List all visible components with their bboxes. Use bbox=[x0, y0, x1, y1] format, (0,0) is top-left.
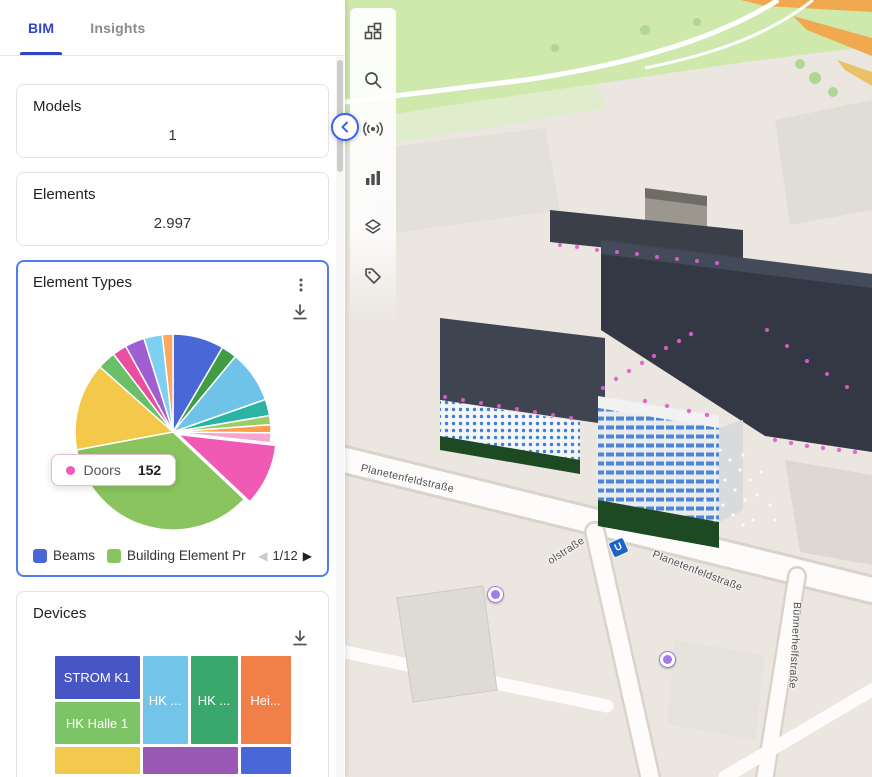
models-card: Models 1 bbox=[16, 84, 329, 158]
tab-bim[interactable]: BIM bbox=[10, 0, 72, 55]
element-types-chart: Doors 152 bbox=[67, 326, 279, 538]
download-icon[interactable] bbox=[288, 300, 312, 324]
cards-scroll-area: Models 1 Elements 2.997 Element Types bbox=[0, 56, 345, 777]
treemap-tile-hk-halle-1[interactable]: HK Halle 1 bbox=[55, 702, 140, 744]
tab-bar: BIMInsights bbox=[0, 0, 345, 56]
elements-card-title: Elements bbox=[33, 186, 312, 203]
search-icon[interactable] bbox=[356, 63, 390, 97]
sidebar-scrollbar[interactable] bbox=[336, 57, 344, 777]
treemap-tile-hei[interactable]: Hei... bbox=[241, 656, 291, 744]
legend-swatch bbox=[33, 549, 47, 563]
treemap-tile-hk[interactable]: HK ... bbox=[191, 656, 238, 744]
legend-label: Building Element Pr bbox=[127, 548, 246, 563]
app-window: BIMInsights Models 1 Elements 2.997 Elem… bbox=[0, 0, 872, 777]
chart-tooltip: Doors 152 bbox=[51, 454, 177, 486]
sidebar-panel: BIMInsights Models 1 Elements 2.997 Elem… bbox=[0, 0, 345, 777]
chevron-left-icon bbox=[338, 120, 352, 134]
elements-card-value: 2.997 bbox=[33, 215, 312, 232]
treemap-tile[interactable] bbox=[241, 747, 291, 774]
tooltip-value: 152 bbox=[138, 462, 161, 478]
poi-marker-1[interactable] bbox=[487, 586, 504, 603]
element-types-pie bbox=[67, 326, 279, 538]
devices-card-header: Devices bbox=[33, 605, 312, 622]
treemap-tile[interactable] bbox=[55, 747, 140, 774]
model-tree-icon[interactable] bbox=[356, 14, 390, 48]
bar-chart-icon[interactable] bbox=[356, 161, 390, 195]
map-toolbar bbox=[350, 8, 396, 323]
element-types-card-title: Element Types bbox=[33, 274, 132, 291]
devices-card: Devices STROM K1HK Halle 1HK ...HK ...He… bbox=[16, 591, 329, 777]
tooltip-label: Doors bbox=[84, 462, 121, 478]
element-types-download-row bbox=[33, 300, 312, 324]
legend-prev-icon[interactable]: ◀ bbox=[258, 550, 267, 562]
legend-item-beams[interactable]: Beams bbox=[33, 548, 95, 563]
legend-item-building-element-pr[interactable]: Building Element Pr bbox=[107, 548, 246, 563]
element-types-card-header: Element Types bbox=[33, 274, 312, 296]
treemap-tile[interactable] bbox=[143, 747, 238, 774]
chart-legend: Beams Building Element Pr ◀ 1/12 ▶ bbox=[33, 548, 312, 563]
element-types-card[interactable]: Element Types Doors 152 bbox=[16, 260, 329, 577]
poi-marker-2[interactable] bbox=[659, 651, 676, 668]
tab-insights[interactable]: Insights bbox=[72, 0, 163, 55]
legend-swatch bbox=[107, 549, 121, 563]
sidebar-collapse-button[interactable] bbox=[331, 113, 359, 141]
legend-label: Beams bbox=[53, 548, 95, 563]
layers-icon[interactable] bbox=[356, 210, 390, 244]
treemap-tile-strom-k1[interactable]: STROM K1 bbox=[55, 656, 140, 699]
legend-page-indicator: 1/12 bbox=[272, 548, 297, 563]
devices-card-title: Devices bbox=[33, 605, 86, 622]
elements-card: Elements 2.997 bbox=[16, 172, 329, 246]
poi-marker-icon bbox=[491, 590, 500, 599]
kebab-menu-icon[interactable] bbox=[290, 274, 312, 296]
models-card-title: Models bbox=[33, 98, 312, 115]
tooltip-series-dot bbox=[66, 466, 75, 475]
legend-pager: ◀ 1/12 ▶ bbox=[258, 548, 312, 563]
sensor-icon[interactable] bbox=[356, 112, 390, 146]
treemap-tile-hk[interactable]: HK ... bbox=[143, 656, 188, 744]
devices-download-row bbox=[33, 626, 312, 650]
tag-icon[interactable] bbox=[356, 259, 390, 293]
map-view[interactable]: PlanetenfeldstraßePlanetenfeldstraßeBünn… bbox=[345, 0, 872, 777]
poi-marker-icon bbox=[663, 655, 672, 664]
devices-treemap: STROM K1HK Halle 1HK ...HK ...Hei... bbox=[55, 656, 291, 777]
legend-next-icon[interactable]: ▶ bbox=[303, 550, 312, 562]
download-icon[interactable] bbox=[288, 626, 312, 650]
legend-items: Beams Building Element Pr bbox=[33, 548, 254, 563]
models-card-value: 1 bbox=[33, 127, 312, 144]
